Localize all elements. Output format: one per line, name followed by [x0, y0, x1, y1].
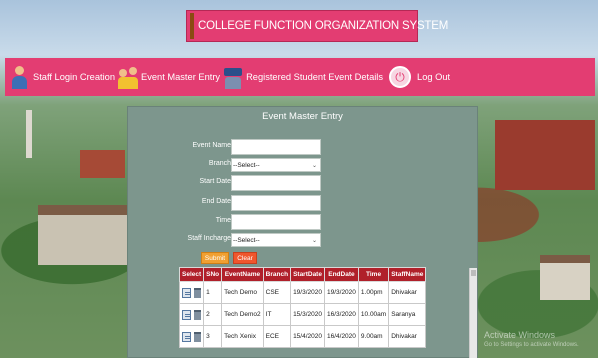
column-header: StaffName [388, 267, 427, 282]
cell-time: 9.00am [357, 325, 390, 348]
nav-log-out[interactable]: ⏻ Log Out [385, 66, 450, 88]
time-input[interactable] [231, 214, 321, 230]
app-title: COLLEGE FUNCTION ORGANIZATION SYSTEM [198, 20, 449, 32]
event-name-label: Event Name [192, 142, 231, 149]
edit-icon[interactable] [182, 287, 191, 298]
end-date-label: End Date [201, 198, 231, 205]
students-icon [222, 64, 244, 90]
delete-icon[interactable] [194, 331, 201, 342]
submit-button[interactable]: Submit [201, 252, 229, 264]
college-logo-icon [190, 13, 194, 39]
staff-incharge-label: Staff Incharge [187, 235, 231, 242]
time-label: Time [215, 217, 231, 224]
nav-label: Event Master Entry [141, 72, 221, 82]
branch-label: Branch [208, 160, 231, 167]
start-date-input[interactable] [231, 175, 321, 191]
column-header: Select [178, 267, 205, 282]
start-date-label: Start Date [199, 178, 231, 185]
table-row: 2 Tech Demo2 IT 15/3/2020 16/3/2020 10.0… [178, 303, 427, 326]
staff-person-icon [9, 64, 31, 90]
cell-branch: IT [262, 303, 292, 326]
app-title-banner: COLLEGE FUNCTION ORGANIZATION SYSTEM [186, 10, 448, 42]
table-row: 1 Tech Demo CSE 19/3/2020 19/3/2020 1.00… [178, 281, 427, 304]
tower-shape [26, 110, 32, 158]
vertical-scrollbar[interactable] [469, 268, 477, 358]
cell-staff-name: Dhivakar [388, 325, 427, 348]
staff-incharge-selected-value: --Select-- [233, 236, 260, 244]
panel-title: Event Master Entry [262, 111, 343, 122]
end-date-row: End Date [128, 195, 479, 211]
clear-button[interactable]: Clear [233, 252, 257, 264]
main-navbar: Staff Login Creation Event Master Entry … [5, 58, 595, 96]
edit-icon[interactable] [182, 309, 191, 320]
watermark-subtitle: Go to Settings to activate Windows. [484, 342, 579, 348]
cell-event-name: Tech Demo [221, 281, 264, 304]
edit-icon[interactable] [182, 331, 191, 342]
column-header: SNo [203, 267, 223, 282]
cell-end-date: 16/3/2020 [323, 303, 359, 326]
column-header: Time [357, 267, 390, 282]
table-row: 3 Tech Xenix ECE 15/4/2020 16/4/2020 9.0… [178, 325, 427, 348]
building-shape [540, 255, 590, 300]
end-date-input[interactable] [231, 195, 321, 211]
cell-sno: 2 [203, 303, 223, 326]
column-header: StartDate [290, 267, 325, 282]
event-name-row: Event Name [128, 139, 479, 155]
people-group-icon [117, 64, 139, 90]
delete-icon[interactable] [194, 287, 201, 298]
staff-incharge-select[interactable]: --Select-- ⌄ [231, 233, 321, 247]
cell-sno: 3 [203, 325, 223, 348]
cell-staff-name: Dhivakar [388, 281, 427, 304]
column-header: EventName [221, 267, 264, 282]
nav-label: Registered Student Event Details [246, 72, 384, 82]
branch-select[interactable]: --Select-- ⌄ [231, 158, 321, 172]
column-header: EndDate [323, 267, 359, 282]
staff-incharge-row: Staff Incharge --Select-- ⌄ [128, 232, 479, 248]
nav-registered-student-event-details[interactable]: Registered Student Event Details [222, 64, 383, 90]
cell-event-name: Tech Xenix [221, 325, 264, 348]
cell-time: 1.00pm [357, 281, 390, 304]
building-shape [38, 205, 128, 265]
chevron-down-icon: ⌄ [311, 162, 317, 169]
cell-event-name: Tech Demo2 [221, 303, 264, 326]
event-name-input[interactable] [231, 139, 321, 155]
cell-start-date: 19/3/2020 [290, 281, 325, 304]
column-header: Branch [262, 267, 292, 282]
start-date-row: Start Date [128, 175, 479, 191]
activate-windows-watermark: Activate Windows Go to Settings to activ… [484, 330, 579, 350]
table-header-row: Select SNo EventName Branch StartDate En… [178, 267, 427, 282]
power-icon: ⏻ [389, 66, 412, 88]
cell-branch: CSE [262, 281, 292, 304]
cell-end-date: 16/4/2020 [323, 325, 359, 348]
branch-row: Branch --Select-- ⌄ [128, 157, 479, 173]
cell-staff-name: Saranya [388, 303, 427, 326]
scrollbar-thumb[interactable] [471, 270, 476, 276]
row-actions [178, 303, 205, 326]
cell-end-date: 19/3/2020 [323, 281, 359, 304]
row-actions [178, 281, 205, 304]
cell-start-date: 15/3/2020 [290, 303, 325, 326]
nav-staff-login-creation[interactable]: Staff Login Creation [9, 64, 115, 90]
nav-event-master-entry[interactable]: Event Master Entry [117, 64, 220, 90]
delete-icon[interactable] [194, 309, 201, 320]
chevron-down-icon: ⌄ [311, 237, 317, 244]
event-master-entry-panel: Event Master Entry Event Name Branch --S… [127, 106, 478, 358]
nav-label: Log Out [417, 72, 451, 82]
building-shape [495, 120, 595, 190]
row-actions [178, 325, 205, 348]
cell-start-date: 15/4/2020 [290, 325, 325, 348]
branch-selected-value: --Select-- [233, 161, 260, 169]
cell-time: 10.00am [357, 303, 390, 326]
nav-label: Staff Login Creation [33, 72, 116, 82]
cell-branch: ECE [262, 325, 292, 348]
events-table: Select SNo EventName Branch StartDate En… [178, 267, 427, 348]
cell-sno: 1 [203, 281, 223, 304]
watermark-title: Activate Windows [484, 330, 556, 340]
time-row: Time [128, 214, 479, 230]
building-shape [80, 150, 125, 178]
